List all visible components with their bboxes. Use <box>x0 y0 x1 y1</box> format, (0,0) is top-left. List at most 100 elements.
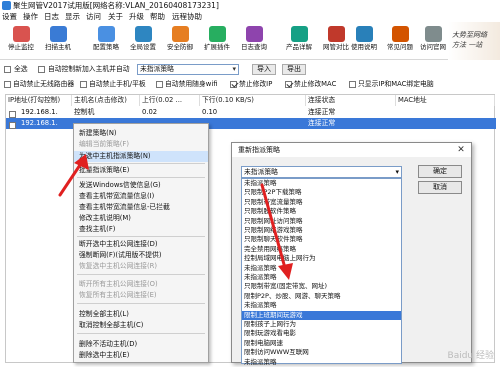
watermark: Baidu 经验 <box>447 351 494 361</box>
website-button[interactable]: 访问官网 <box>418 24 448 59</box>
security-button[interactable]: 安全防御 <box>162 24 198 59</box>
list-item[interactable]: 未指派策略 <box>242 358 401 367</box>
menu-uncontrol-all[interactable]: 取消控制全部主机(C) <box>74 320 208 331</box>
list-item[interactable]: 限制电脑网速 <box>242 339 401 348</box>
log-query-icon <box>245 26 263 42</box>
compare-icon <box>327 26 345 42</box>
menu-send-messenger[interactable]: 发送Windows信使信息(G) <box>74 180 208 191</box>
list-item[interactable]: 只限制网络游戏策略 <box>242 226 401 235</box>
row-upload: 0.02 <box>142 108 158 116</box>
list-item[interactable]: 未指派策略 <box>242 273 401 282</box>
plugin-icon <box>208 26 226 42</box>
list-item[interactable]: 只限制股软件策略 <box>242 207 401 216</box>
list-item[interactable]: 限制孩子上网行为 <box>242 320 401 329</box>
stop-monitor-button[interactable]: 停止监控 <box>3 24 39 59</box>
menu-separator <box>77 303 205 304</box>
policy-dropdown-list: 未指派策略 只限制P2P下载策略 只限制带宽流量策略 只限制股软件策略 只限制网… <box>241 178 402 367</box>
list-item[interactable]: 未指派策略 <box>242 301 401 310</box>
log-query-button[interactable]: 日志查询 <box>236 24 272 59</box>
list-item[interactable]: 未指派策略 <box>242 264 401 273</box>
header-upload[interactable]: 上行(0.02 ... <box>140 95 200 106</box>
list-item[interactable]: 控制局域网电脑上网行为 <box>242 254 401 263</box>
menu-settings[interactable]: 设置 <box>2 11 17 22</box>
banner-line-2: 方法 一站 <box>452 41 483 49</box>
menu-batch-assign-policy[interactable]: 批量指派策略(E) <box>74 165 208 176</box>
list-item[interactable]: 只限制网址访问策略 <box>242 217 401 226</box>
menu-restore-all[interactable]: 恢复所有主机公网连接(E) <box>74 290 208 301</box>
row-download: 0.10 <box>202 108 218 116</box>
list-item[interactable]: 限制访问WWW互联网 <box>242 348 401 357</box>
select-all-label: 全选 <box>14 65 28 73</box>
select-all-checkbox[interactable] <box>4 65 11 73</box>
menu-remote-assist[interactable]: 远程协助 <box>172 11 202 22</box>
no-wireless-router-checkbox[interactable] <box>4 80 11 88</box>
plugin-button[interactable]: 扩展插件 <box>199 24 235 59</box>
banner-line-1: 大势至网络 <box>452 31 487 39</box>
scan-host-button[interactable]: 扫描主机 <box>40 24 76 59</box>
no-portable-wifi-checkbox[interactable] <box>156 80 163 88</box>
close-icon[interactable]: ✕ <box>455 143 467 157</box>
policy-combo[interactable]: 未指派策略 <box>241 166 402 178</box>
menu-new-policy[interactable]: 新建策略(N) <box>74 128 208 139</box>
auto-control-checkbox[interactable] <box>38 65 45 73</box>
header-status[interactable]: 连接状态 <box>306 95 396 106</box>
menu-access[interactable]: 访问 <box>86 11 101 22</box>
list-item[interactable]: 只限制P2P下载策略 <box>242 188 401 197</box>
row-status: 连接正常 <box>308 108 336 116</box>
menu-force-disconnect[interactable]: 强制断网(F)(试用版不提供) <box>74 250 208 261</box>
security-icon <box>171 26 189 42</box>
menu-about[interactable]: 关于 <box>108 11 123 22</box>
list-item[interactable]: 只限制聊天软件策略 <box>242 235 401 244</box>
faq-button[interactable]: 常见问题 <box>382 24 418 59</box>
list-item-selected[interactable]: 限制上班期间玩游戏 <box>242 310 401 320</box>
list-item[interactable]: 限制玩游戏看电影 <box>242 329 401 338</box>
header-hostname[interactable]: 主机名(点击修改) <box>72 95 140 106</box>
product-icon <box>290 26 308 42</box>
header-ip[interactable]: IP地址(打勾控制) <box>6 95 72 106</box>
menu-delete-inactive[interactable]: 删除不活动主机(D) <box>74 339 208 350</box>
website-icon <box>424 26 442 42</box>
menu-separator <box>77 163 205 164</box>
menu-view[interactable]: 显示 <box>65 11 80 22</box>
cancel-button[interactable]: 取消 <box>418 181 462 194</box>
ok-button[interactable]: 确定 <box>418 165 462 178</box>
menu-view-bandwidth-blocked[interactable]: 查看主机带宽流量信息-已拦截 <box>74 202 208 213</box>
product-button[interactable]: 产品详解 <box>281 24 317 59</box>
menu-restore-selected[interactable]: 恢复选中主机公网连接(R) <box>74 261 208 272</box>
manual-button[interactable]: 使用说明 <box>344 24 384 59</box>
ip-mac-bound-only-checkbox[interactable] <box>349 80 356 88</box>
header-mac[interactable]: MAC地址 <box>396 95 495 106</box>
list-item[interactable]: 只限制带宽(固定带宽、网址) <box>242 282 401 291</box>
list-item[interactable]: 只限制带宽流量策略 <box>242 198 401 207</box>
menu-help[interactable]: 帮助 <box>150 11 165 22</box>
menu-assign-policy-selected[interactable]: 为选中主机指派策略(N) <box>74 151 208 162</box>
import-button[interactable]: 导入 <box>252 64 276 75</box>
menu-operate[interactable]: 操作 <box>23 11 38 22</box>
menu-log[interactable]: 日志 <box>44 11 59 22</box>
no-change-mac-checkbox[interactable] <box>285 80 292 88</box>
menu-edit-host-note[interactable]: 修改主机说明(M) <box>74 213 208 224</box>
menu-disconnect-all[interactable]: 断开所有主机公网连接(O) <box>74 279 208 290</box>
row-checkbox[interactable] <box>9 120 16 131</box>
menu-edit-policy[interactable]: 编辑当前策略(F) <box>74 139 208 150</box>
list-item[interactable]: 限制P2P、炒股、网游、聊天策略 <box>242 292 401 301</box>
list-item[interactable]: 完全禁用网络策略 <box>242 245 401 254</box>
config-policy-button[interactable]: 配置策略 <box>88 24 124 59</box>
ip-mac-bound-only-label: 只显示IP和MAC绑定电脑 <box>358 80 434 88</box>
row-ip: 192.168.1. <box>21 108 58 116</box>
global-settings-button[interactable]: 全局设置 <box>125 24 161 59</box>
list-item[interactable]: 未指派策略 <box>242 179 401 188</box>
header-download[interactable]: 下行(0.10 KB/S) <box>200 95 306 106</box>
menu-find-host[interactable]: 查找主机(F) <box>74 224 208 235</box>
export-button[interactable]: 导出 <box>282 64 306 75</box>
menu-disconnect-selected[interactable]: 断开选中主机公网连接(D) <box>74 239 208 250</box>
no-change-ip-checkbox[interactable] <box>230 80 237 88</box>
table-row[interactable]: 192.168.1. 控制机 0.02 0.10 连接正常 <box>6 107 496 118</box>
menu-upgrade[interactable]: 升级 <box>129 11 144 22</box>
dialog-title: 重新指派策略 <box>232 143 471 157</box>
menu-delete-selected[interactable]: 删除选中主机(E) <box>74 350 208 361</box>
menu-view-bandwidth[interactable]: 查看主机带宽流量信息(I) <box>74 191 208 202</box>
policy-select[interactable]: 未指派策略 <box>137 64 239 75</box>
menu-control-all[interactable]: 控制全部主机(L) <box>74 309 208 320</box>
no-phone-checkbox[interactable] <box>80 80 87 88</box>
